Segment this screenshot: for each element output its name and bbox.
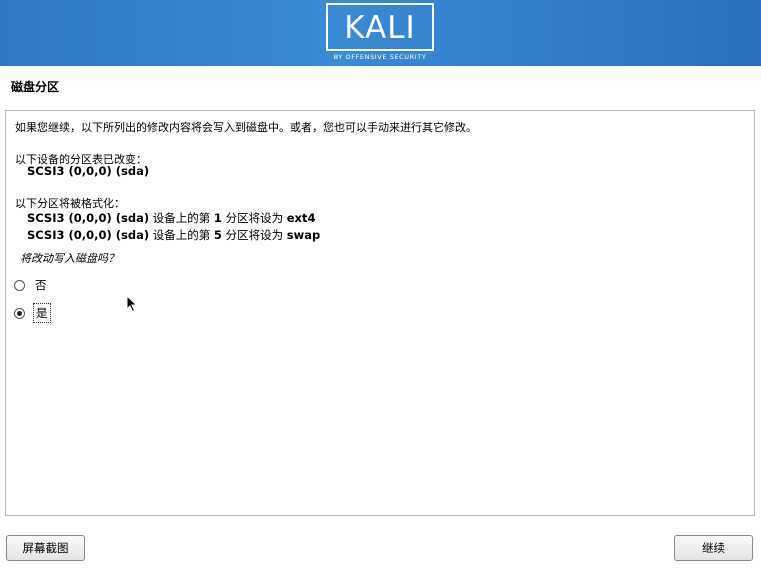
- format-item-fs: swap: [286, 228, 321, 242]
- format-item: SCSI3 (0,0,0) (sda) 设备上的第 1 分区将设为 ext4: [27, 210, 315, 226]
- option-yes[interactable]: 是: [14, 303, 51, 323]
- continue-button[interactable]: 继续: [674, 535, 753, 561]
- format-item-device: SCSI3 (0,0,0) (sda): [27, 228, 150, 242]
- option-yes-label[interactable]: 是: [33, 303, 51, 323]
- format-item-fs: ext4: [286, 211, 316, 225]
- intro-text: 如果您继续，以下所列出的修改内容将会写入到磁盘中。或者，您也可以手动来进行其它修…: [15, 121, 477, 134]
- option-no[interactable]: 否: [14, 276, 49, 294]
- partition-table-device: SCSI3 (0,0,0) (sda): [27, 164, 150, 178]
- format-label: 以下分区将被格式化：: [15, 197, 125, 210]
- content-panel: 如果您继续，以下所列出的修改内容将会写入到磁盘中。或者，您也可以手动来进行其它修…: [5, 110, 755, 516]
- logo-text: KALI: [344, 10, 416, 46]
- kali-logo: KALI: [326, 3, 434, 51]
- header-banner: KALI BY OFFENSIVE SECURITY: [0, 0, 761, 66]
- format-item: SCSI3 (0,0,0) (sda) 设备上的第 5 分区将设为 swap: [27, 227, 320, 243]
- format-item-number: 1: [213, 211, 222, 225]
- format-item-text: 设备上的第: [149, 211, 214, 225]
- format-item-device: SCSI3 (0,0,0) (sda): [27, 211, 150, 225]
- logo-tagline: BY OFFENSIVE SECURITY: [333, 53, 427, 61]
- radio-no[interactable]: [14, 279, 25, 291]
- format-item-text: 分区将设为: [221, 211, 287, 225]
- format-item-text: 设备上的第: [149, 228, 214, 242]
- mouse-cursor-icon: [126, 295, 138, 313]
- format-item-number: 5: [213, 228, 222, 242]
- page-title: 磁盘分区: [11, 80, 60, 94]
- screenshot-button[interactable]: 屏幕截图: [6, 535, 85, 561]
- option-no-label[interactable]: 否: [33, 276, 49, 294]
- write-changes-question: 将改动写入磁盘吗？: [20, 252, 119, 265]
- radio-yes[interactable]: [14, 307, 25, 319]
- format-item-text: 分区将设为: [221, 228, 287, 242]
